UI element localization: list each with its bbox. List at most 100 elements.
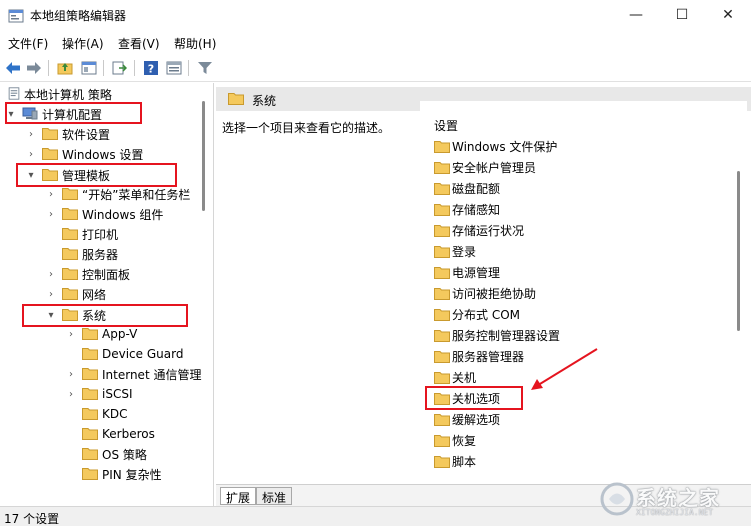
settings-list-item[interactable]: 存储运行状况 <box>434 220 524 240</box>
column-header-setting[interactable]: 设置 <box>434 117 458 134</box>
folder-icon <box>434 371 450 384</box>
tree-root[interactable]: 本地计算机 策略 <box>0 84 200 104</box>
tree-item-label: Kerberos <box>102 427 155 441</box>
tree-item[interactable]: › 软件设置 <box>0 124 200 144</box>
tree-item[interactable]: › Internet 通信管理 <box>0 364 202 384</box>
tree-item[interactable]: › 控制面板 <box>0 264 200 284</box>
folder-icon <box>82 348 98 360</box>
tree-item[interactable]: › “开始”菜单和任务栏 <box>0 184 200 204</box>
chevron-right-icon[interactable]: › <box>46 289 56 300</box>
settings-list-item[interactable]: 分布式 COM <box>434 304 520 324</box>
chevron-right-icon[interactable]: › <box>46 189 56 200</box>
settings-list-item[interactable]: 缓解选项 <box>434 409 500 429</box>
back-arrow-icon[interactable] <box>3 58 23 78</box>
show-tree-icon[interactable] <box>79 58 99 78</box>
highlight-system <box>22 304 188 327</box>
folder-icon <box>434 266 450 279</box>
tree-scrollbar[interactable] <box>200 83 208 506</box>
settings-list-item[interactable]: 存储感知 <box>434 199 500 219</box>
tree-item[interactable]: OS 策略 <box>0 444 200 464</box>
folder-icon <box>434 161 450 174</box>
chevron-right-icon[interactable] <box>66 409 76 419</box>
tree-item-label: “开始”菜单和任务栏 <box>82 187 191 202</box>
folder-icon <box>82 468 98 480</box>
folder-icon <box>82 408 98 420</box>
tree-item-label: Internet 通信管理 <box>102 367 202 382</box>
settings-list-item[interactable]: 磁盘配额 <box>434 178 500 198</box>
export-list-icon[interactable] <box>109 58 129 78</box>
chevron-right-icon[interactable]: › <box>66 329 76 340</box>
maximize-button[interactable]: ☐ <box>659 0 705 30</box>
settings-list-item[interactable]: 登录 <box>434 241 476 261</box>
tree-pane: 本地计算机 策略 ▾ 计算机配置 › 软件设置 › Windows 设置 ▾ 管理模板 › “开始… <box>0 83 214 506</box>
chevron-right-icon[interactable]: › <box>26 129 36 140</box>
folder-icon <box>82 428 98 440</box>
menu-file[interactable]: 文件(F) <box>8 35 48 52</box>
folder-icon <box>42 128 58 140</box>
chevron-right-icon[interactable] <box>66 449 76 459</box>
folder-icon <box>228 93 244 105</box>
settings-list-item[interactable]: 脚本 <box>434 451 476 471</box>
chevron-right-icon[interactable] <box>66 429 76 439</box>
chevron-right-icon[interactable]: › <box>46 269 56 280</box>
up-folder-icon[interactable] <box>55 58 75 78</box>
settings-list-item[interactable]: 服务控制管理器设置 <box>434 325 560 345</box>
tab-standard[interactable]: 标准 <box>256 487 293 505</box>
tree-item[interactable]: Kerberos <box>0 424 200 444</box>
description-text: 选择一个项目来查看它的描述。 <box>222 121 391 135</box>
tree-item[interactable]: › Windows 组件 <box>0 204 200 224</box>
settings-list-item[interactable]: 电源管理 <box>434 262 500 282</box>
status-text: 17 个设置 <box>4 512 60 526</box>
chevron-right-icon[interactable] <box>46 229 56 239</box>
folder-icon <box>434 224 450 237</box>
close-button[interactable]: ✕ <box>705 0 751 30</box>
filter-icon[interactable] <box>195 58 215 78</box>
help-icon[interactable]: ? <box>141 58 161 78</box>
minimize-button[interactable]: — <box>613 0 659 30</box>
settings-list-item[interactable]: 服务器管理器 <box>434 346 524 366</box>
forward-arrow-icon[interactable] <box>24 58 44 78</box>
tree-item[interactable]: › iSCSI <box>0 384 200 404</box>
folder-icon <box>434 329 450 342</box>
settings-list-item[interactable]: 关机 <box>434 367 476 387</box>
settings-list-item[interactable]: 安全帐户管理员 <box>434 157 536 177</box>
tree-item-label: PIN 复杂性 <box>102 467 162 482</box>
folder-icon <box>434 455 450 468</box>
chevron-right-icon[interactable]: › <box>46 209 56 220</box>
settings-list-item-label: 安全帐户管理员 <box>452 160 537 175</box>
tree-item-label: 软件设置 <box>62 127 111 142</box>
tree-root-label: 本地计算机 策略 <box>24 87 112 102</box>
menu-view[interactable]: 查看(V) <box>118 35 160 52</box>
chevron-right-icon[interactable]: › <box>26 149 36 160</box>
tree-item[interactable]: PIN 复杂性 <box>0 464 200 484</box>
menu-action[interactable]: 操作(A) <box>62 35 104 52</box>
menu-help[interactable]: 帮助(H) <box>174 35 216 52</box>
folder-icon <box>434 287 450 300</box>
folder-icon <box>434 434 450 447</box>
settings-list-item[interactable]: 恢复 <box>434 430 476 450</box>
settings-list-item[interactable]: 访问被拒绝协助 <box>434 283 536 303</box>
tree-item[interactable]: › 网络 <box>0 284 200 304</box>
tree-item[interactable]: KDC <box>0 404 200 424</box>
details-header-label: 系统 <box>252 94 277 108</box>
tree-item[interactable]: 服务器 <box>0 244 200 264</box>
tree-item[interactable]: 打印机 <box>0 224 200 244</box>
properties-icon[interactable] <box>164 58 184 78</box>
chevron-right-icon[interactable] <box>46 249 56 259</box>
folder-icon <box>82 328 98 340</box>
settings-list-item-label: 存储感知 <box>452 202 501 217</box>
settings-scrollbar[interactable] <box>734 101 742 487</box>
chevron-right-icon[interactable] <box>66 469 76 479</box>
tree-item[interactable]: › App-V <box>0 324 200 344</box>
folder-icon <box>82 388 98 400</box>
chevron-right-icon[interactable] <box>66 349 76 359</box>
tree-item-label: App-V <box>102 327 138 341</box>
chevron-right-icon[interactable]: › <box>66 389 76 400</box>
chevron-right-icon[interactable]: › <box>66 369 76 380</box>
tab-extended[interactable]: 扩展 <box>220 487 257 505</box>
folder-icon <box>62 208 78 220</box>
tree-item-label: 控制面板 <box>82 267 131 282</box>
tree-item[interactable]: Device Guard <box>0 344 200 364</box>
settings-list-item[interactable]: Windows 文件保护 <box>434 136 557 156</box>
tree-item[interactable]: › Windows 设置 <box>0 144 200 164</box>
